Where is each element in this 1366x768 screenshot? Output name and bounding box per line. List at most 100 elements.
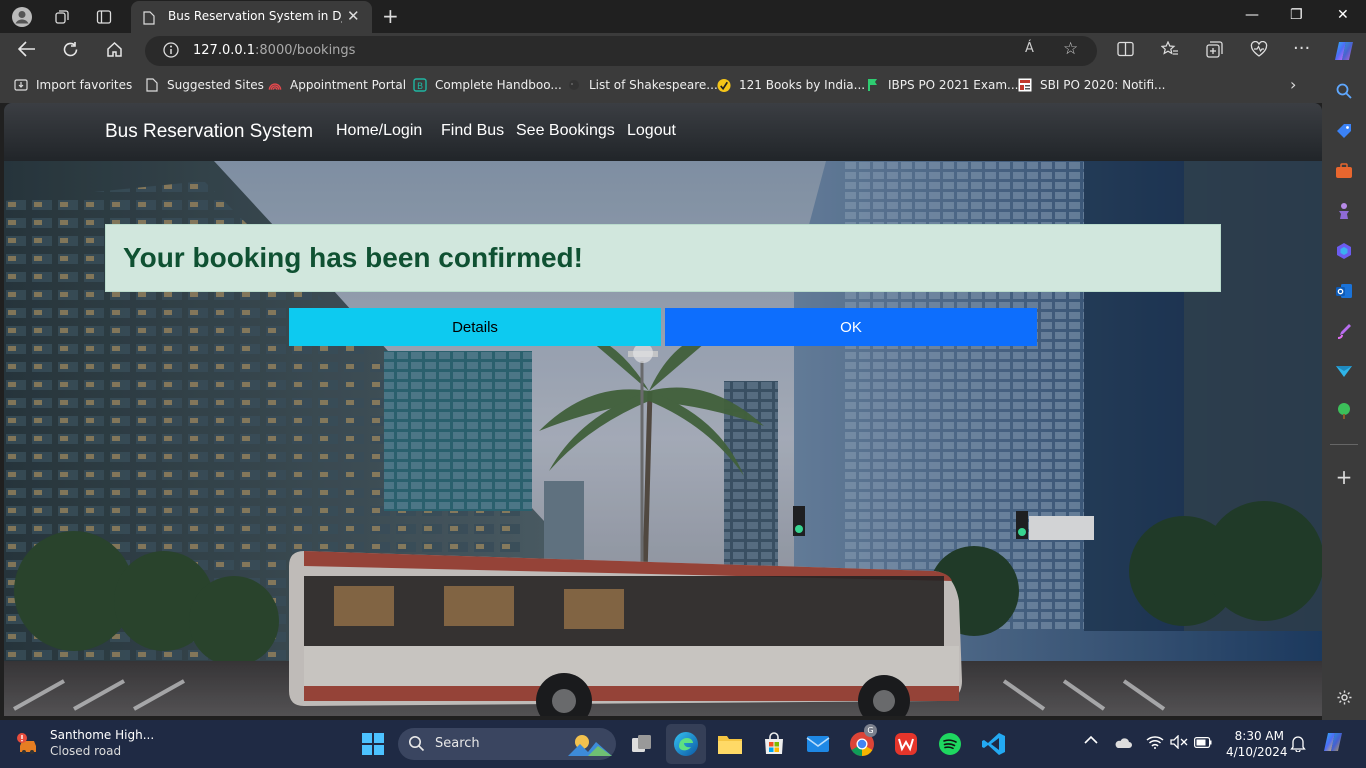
battery-icon[interactable] [1194,737,1212,752]
task-view-icon[interactable] [628,730,656,758]
restore-icon[interactable]: ❐ [1290,7,1303,23]
favorite-label: SBI PO 2020: Notifi... [1040,78,1166,92]
add-sidebar-app-icon[interactable]: + [1334,465,1354,489]
mail-icon[interactable] [804,730,832,758]
file-explorer-icon[interactable] [716,730,744,758]
url-host: 127.0.0.1 [193,43,256,58]
system-clock[interactable]: 8:30 AM 4/10/2024 [1226,728,1288,760]
flag-icon [866,78,880,92]
spotify-icon[interactable] [936,730,964,758]
tree-icon[interactable] [1334,401,1354,421]
favorite-label: Appointment Portal [290,78,407,92]
favorite-label: List of Shakespeare... [589,78,718,92]
nav-find-bus[interactable]: Find Bus [441,122,504,140]
import-icon [14,78,28,92]
workspaces-icon[interactable] [51,6,73,28]
search-label: Search [435,736,480,751]
edge-browser-icon[interactable] [672,730,700,758]
favorite-item[interactable]: SBI PO 2020: Notifi... [1018,78,1165,92]
split-screen-icon[interactable] [1117,41,1134,61]
tools-briefcase-icon[interactable] [1334,161,1354,181]
ok-button[interactable]: OK [665,308,1037,346]
address-bar[interactable]: 127.0.0.1:8000/bookings Á ☆ [145,36,1097,66]
chrome-icon[interactable]: G [848,724,877,758]
read-aloud-icon[interactable]: Á [1025,41,1034,56]
favorites-icon[interactable] [1160,40,1179,61]
sidebar-divider [1330,444,1358,445]
books-icon [717,78,731,92]
outlook-icon[interactable] [1334,281,1354,301]
web-page-viewport: Bus Reservation System Home/Login Find B… [4,103,1322,716]
taskbar-search-box[interactable]: Search [398,728,616,760]
url-path: :8000/bookings [255,43,356,58]
address-toolbar: 127.0.0.1:8000/bookings Á ☆ ··· [0,33,1366,69]
url-text[interactable]: 127.0.0.1:8000/bookings [193,43,355,58]
games-chess-icon[interactable] [1334,201,1354,221]
microsoft-365-icon[interactable] [1334,241,1354,261]
designer-icon[interactable] [1334,321,1354,341]
favorite-label: Complete Handboo... [435,78,562,92]
microsoft-store-icon[interactable] [760,730,788,758]
profile-avatar-icon[interactable] [11,6,33,28]
weather-subtitle: Closed road [50,744,122,758]
book-icon: B [413,78,427,92]
back-icon[interactable] [17,41,36,62]
new-tab-icon[interactable]: + [382,4,399,28]
search-icon [408,735,425,756]
favorite-item[interactable]: Appointment Portal [268,78,406,92]
chrome-profile-badge: G [864,724,877,737]
nav-logout[interactable]: Logout [627,122,676,140]
collections-icon[interactable] [1206,41,1223,62]
edge-sidebar: + [1322,69,1366,720]
page-icon [145,78,159,92]
favorite-item[interactable]: B Complete Handboo... [413,78,562,92]
page-favicon-icon [143,10,155,29]
tab-title: Bus Reservation System in Djang [168,9,342,23]
alert-message: Your booking has been confirmed! [123,242,583,273]
onedrive-icon[interactable] [1114,736,1132,754]
vscode-icon[interactable] [980,730,1008,758]
booking-confirmed-alert: Your booking has been confirmed! [105,224,1221,292]
show-hidden-icons-chevron-icon[interactable] [1084,734,1098,749]
traffic-alert-icon [16,732,42,760]
clock-date: 4/10/2024 [1226,745,1288,759]
home-icon[interactable] [106,41,123,63]
shopping-tag-icon[interactable] [1334,121,1354,141]
vertical-tabs-icon[interactable] [93,6,115,28]
favorite-item[interactable]: List of Shakespeare... [567,78,718,92]
copilot-preview-icon[interactable] [1322,731,1346,759]
nav-see-bookings[interactable]: See Bookings [516,122,615,140]
close-tab-icon[interactable]: ✕ [347,7,360,25]
news-icon [1018,78,1032,92]
site-info-icon[interactable] [163,42,179,62]
notifications-bell-icon[interactable] [1290,735,1306,756]
favorite-item[interactable]: IBPS PO 2021 Exam... [866,78,1018,92]
drop-icon[interactable] [1334,361,1354,381]
clock-time: 8:30 AM [1234,729,1284,743]
favorite-item[interactable]: Import favorites [14,78,132,92]
site-brand[interactable]: Bus Reservation System [105,121,313,143]
wifi-icon[interactable] [1146,735,1164,753]
minimize-icon[interactable]: — [1245,7,1259,23]
favorite-star-icon[interactable]: ☆ [1063,39,1078,59]
search-highlight-icon [568,732,612,760]
favorite-item[interactable]: Suggested Sites [145,78,264,92]
close-window-icon[interactable]: ✕ [1337,7,1349,23]
chevron-right-icon[interactable]: › [1290,75,1296,94]
windows-start-icon[interactable] [362,733,384,759]
browser-tab-active[interactable]: Bus Reservation System in Djang ✕ [131,1,372,33]
refresh-icon[interactable] [62,41,79,63]
browser-essentials-icon[interactable] [1250,40,1268,61]
details-button[interactable]: Details [289,308,661,346]
sidebar-settings-icon[interactable] [1334,687,1354,707]
more-options-icon[interactable]: ··· [1293,38,1310,59]
favorite-item[interactable]: 121 Books by India... [717,78,865,92]
browser-title-bar: Bus Reservation System in Djang ✕ + — ❐ … [0,0,1366,33]
nav-home-login[interactable]: Home/Login [336,122,422,140]
volume-muted-icon[interactable] [1170,734,1188,753]
favorites-bar: Import favorites Suggested Sites Appoint… [0,69,1366,103]
wps-office-icon[interactable] [892,730,920,758]
sidebar-search-icon[interactable] [1334,81,1354,101]
copilot-icon[interactable] [1332,39,1356,67]
quill-icon [567,78,581,92]
